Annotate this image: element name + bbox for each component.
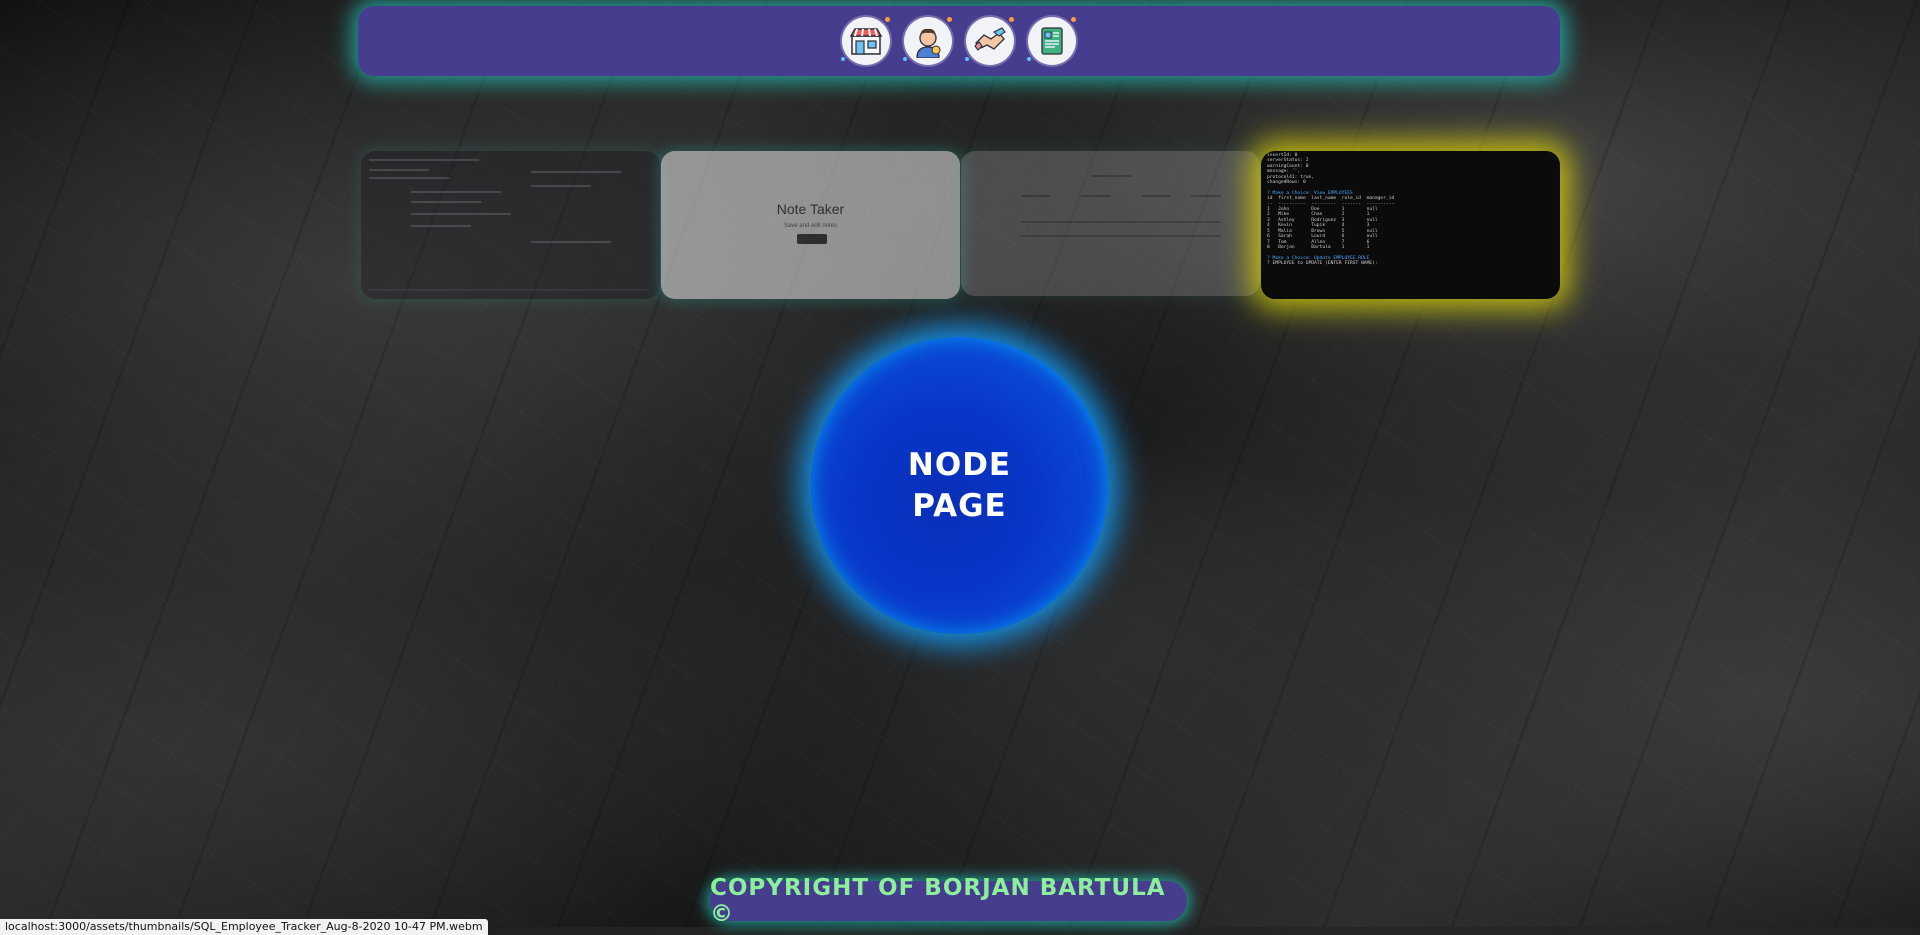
node-page-line1: NODE	[907, 446, 1012, 483]
copyright-text: COPYRIGHT OF BORJAN BARTULA ©	[710, 875, 1166, 927]
handshake-icon[interactable]	[965, 17, 1014, 65]
storefront-icon[interactable]	[841, 17, 890, 65]
project-thumbnail-note-taker[interactable]: Note Taker Save and edit notes	[661, 151, 960, 299]
note-taker-title: Note Taker	[776, 201, 845, 217]
project-thumbnails: Note Taker Save and edit notes insertId:…	[361, 151, 1561, 301]
project-thumbnail-web-page[interactable]	[961, 151, 1260, 296]
copyright-footer: COPYRIGHT OF BORJAN BARTULA ©	[710, 875, 1187, 927]
note-taker-subtitle: Save and edit notes	[783, 223, 838, 229]
profile-icon[interactable]	[903, 17, 952, 65]
node-page-button[interactable]: NODE PAGE	[811, 337, 1108, 634]
status-bar-url: localhost:3000/assets/thumbnails/SQL_Emp…	[0, 919, 488, 935]
project-thumbnail-code-editor[interactable]	[361, 151, 660, 299]
resume-icon[interactable]	[1027, 17, 1076, 65]
note-taker-button	[797, 234, 827, 244]
project-thumbnail-sql-employee-tracker[interactable]: insertId: 0 serverStatus: 2 warningCount…	[1261, 151, 1560, 299]
top-navbar	[358, 6, 1560, 76]
node-page-line2: PAGE	[912, 487, 1007, 524]
terminal-preview: insertId: 0 serverStatus: 2 warningCount…	[1267, 153, 1395, 267]
